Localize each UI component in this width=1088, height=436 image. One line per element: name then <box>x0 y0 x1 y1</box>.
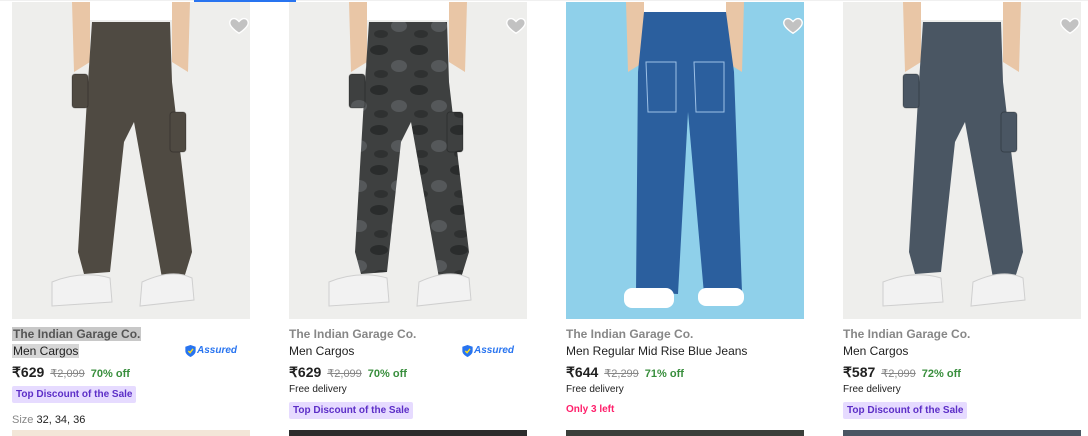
product-brand[interactable]: The Indian Garage Co. <box>289 327 416 341</box>
discount-percent: 71% off <box>644 368 684 380</box>
original-price: ₹2,299 <box>604 368 639 380</box>
discount-percent: 72% off <box>921 368 961 380</box>
price-row: ₹644 ₹2,299 71% off <box>566 364 684 381</box>
product-image-wrap[interactable] <box>843 2 1081 319</box>
size-values: 32, 34, 36 <box>36 414 86 426</box>
next-row-image-peek[interactable] <box>566 430 804 436</box>
free-delivery-label: Free delivery <box>843 384 901 395</box>
price-row: ₹629 ₹2,099 70% off <box>289 364 407 381</box>
product-brand[interactable]: The Indian Garage Co. <box>12 327 142 341</box>
product-image-wrap[interactable] <box>12 2 250 319</box>
selling-price: ₹629 <box>12 364 45 380</box>
product-brand[interactable]: The Indian Garage Co. <box>566 327 693 341</box>
assured-badge: Assured <box>462 344 514 358</box>
selling-price: ₹644 <box>566 364 599 380</box>
product-card[interactable]: The Indian Garage Co. Men Cargos Assured … <box>12 0 272 436</box>
original-price: ₹2,099 <box>327 368 362 380</box>
next-row-image-peek[interactable] <box>289 430 527 436</box>
next-row-image-peek[interactable] <box>843 430 1081 436</box>
size-list: Size 32, 34, 36 <box>12 414 85 426</box>
product-image-wrap[interactable] <box>566 2 804 319</box>
assured-badge: Assured <box>185 344 237 358</box>
assured-label: Assured <box>197 345 238 356</box>
product-card[interactable]: The Indian Garage Co. Men Cargos Assured … <box>289 0 549 436</box>
price-row: ₹587 ₹2,099 72% off <box>843 364 961 381</box>
product-image[interactable] <box>566 2 804 319</box>
original-price: ₹2,099 <box>50 368 85 380</box>
free-delivery-label: Free delivery <box>289 384 347 395</box>
heart-icon[interactable] <box>1059 14 1081 36</box>
original-price: ₹2,099 <box>881 368 916 380</box>
assured-label: Assured <box>474 345 515 356</box>
size-label: Size <box>12 414 34 426</box>
selling-price: ₹629 <box>289 364 322 380</box>
product-image[interactable] <box>289 2 527 319</box>
free-delivery-label: Free delivery <box>566 384 624 395</box>
discount-percent: 70% off <box>367 368 407 380</box>
product-card[interactable]: The Indian Garage Co. Men Cargos ₹587 ₹2,… <box>843 0 1088 436</box>
price-row: ₹629 ₹2,099 70% off <box>12 364 130 381</box>
product-title[interactable]: Men Cargos <box>12 344 80 358</box>
product-title[interactable]: Men Cargos <box>843 344 908 358</box>
assured-shield-icon <box>185 345 196 357</box>
discount-percent: 70% off <box>90 368 130 380</box>
discount-badge: Top Discount of the Sale <box>289 402 414 419</box>
product-card[interactable]: The Indian Garage Co. Men Regular Mid Ris… <box>566 0 826 436</box>
product-title[interactable]: Men Cargos <box>289 344 354 358</box>
product-image-wrap[interactable] <box>289 2 527 319</box>
stock-note: Only 3 left <box>566 404 615 415</box>
product-brand[interactable]: The Indian Garage Co. <box>843 327 970 341</box>
heart-icon[interactable] <box>228 14 250 36</box>
discount-badge: Top Discount of the Sale <box>843 402 968 419</box>
product-image[interactable] <box>12 2 250 319</box>
discount-badge: Top Discount of the Sale <box>12 386 137 403</box>
next-row-image-peek[interactable] <box>12 430 250 436</box>
product-image[interactable] <box>843 2 1081 319</box>
heart-icon[interactable] <box>782 14 804 36</box>
product-title[interactable]: Men Regular Mid Rise Blue Jeans <box>566 344 747 358</box>
assured-shield-icon <box>462 345 473 357</box>
selling-price: ₹587 <box>843 364 876 380</box>
heart-icon[interactable] <box>505 14 527 36</box>
